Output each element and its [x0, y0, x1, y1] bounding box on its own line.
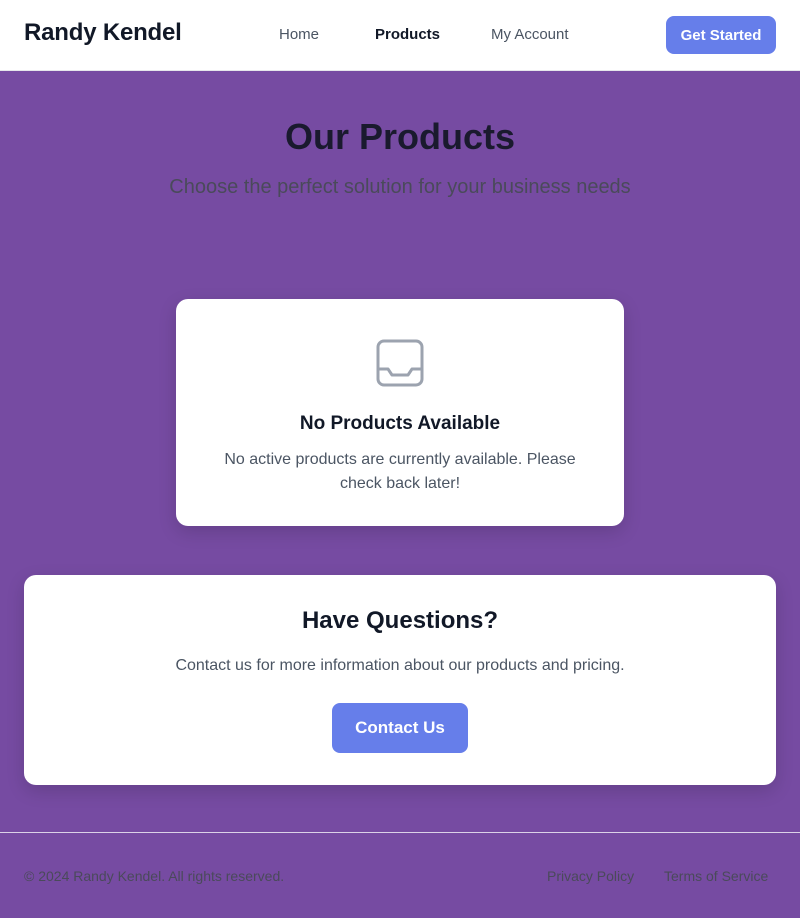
brand-logo[interactable]: Randy Kendel: [24, 19, 182, 47]
empty-state-text: No active products are currently availab…: [224, 451, 576, 492]
site-footer: © 2024 Randy Kendel. All rights reserved…: [0, 832, 800, 918]
questions-text: Contact us for more information about ou…: [175, 657, 625, 674]
terms-of-service-link[interactable]: Terms of Service: [664, 868, 768, 884]
nav-link-my-account[interactable]: My Account: [491, 26, 569, 43]
empty-products-card: No Products Available No active products…: [176, 299, 624, 526]
contact-us-button[interactable]: Contact Us: [332, 703, 468, 753]
site-header: Randy Kendel Home Products My Account Ge…: [0, 0, 800, 71]
questions-title: Have Questions?: [301, 607, 499, 634]
nav-link-home[interactable]: Home: [279, 26, 319, 43]
page-subtitle: Choose the perfect solution for your bus…: [169, 176, 631, 198]
get-started-button[interactable]: Get Started: [666, 16, 776, 54]
page-title: Our Products: [284, 116, 516, 157]
questions-card: Have Questions? Contact us for more info…: [24, 575, 776, 785]
inbox-icon: [376, 339, 424, 387]
empty-state-title: No Products Available: [299, 413, 501, 434]
nav-link-products[interactable]: Products: [375, 26, 440, 43]
privacy-policy-link[interactable]: Privacy Policy: [547, 868, 634, 884]
copyright-text: © 2024 Randy Kendel. All rights reserved…: [24, 868, 285, 884]
